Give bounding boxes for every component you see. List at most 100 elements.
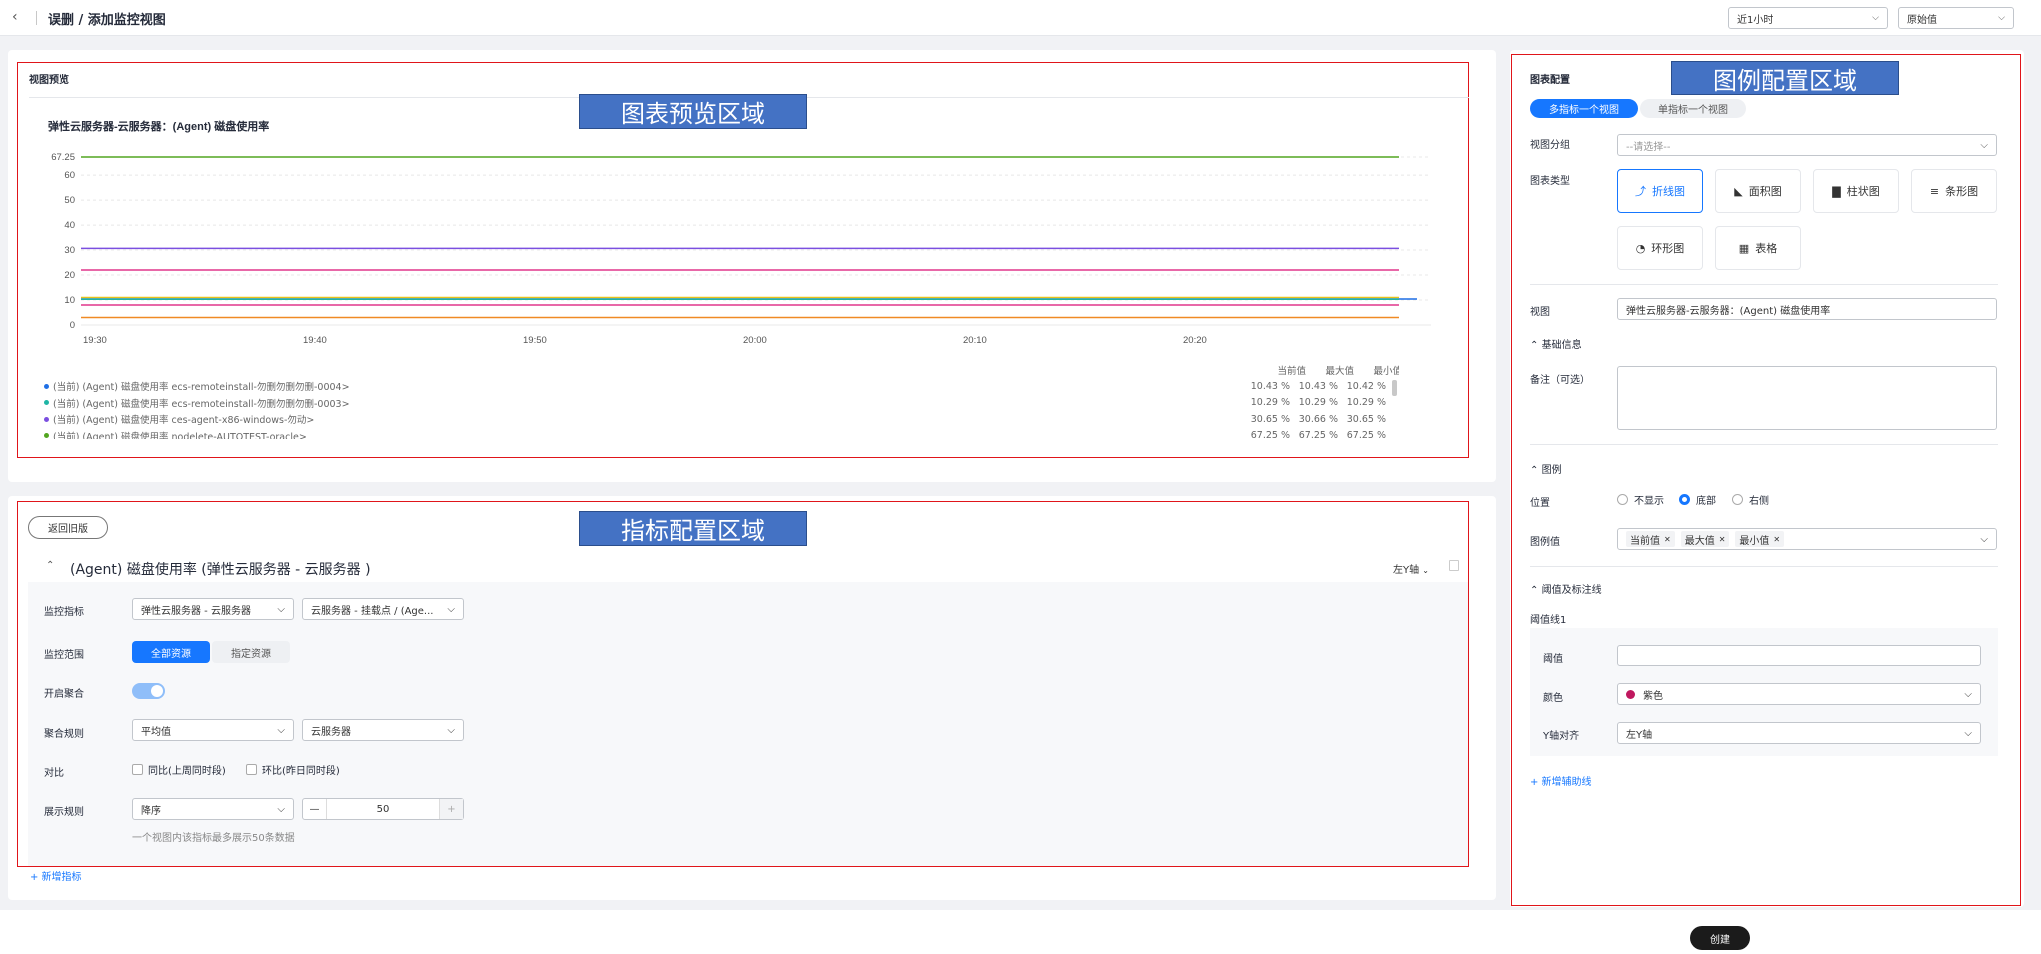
view-group-label: 视图分组 bbox=[1530, 140, 1570, 151]
tab-multi-metric[interactable]: 多指标一个视图 bbox=[1530, 99, 1638, 118]
horizontal-bar-chart-icon: ≡ bbox=[1929, 184, 1940, 198]
position-label: 位置 bbox=[1530, 498, 1550, 509]
display-count-stepper[interactable]: — 50 + bbox=[302, 798, 464, 820]
minus-icon[interactable]: — bbox=[303, 799, 327, 819]
legend-value-tag[interactable]: 当前值 ✕ bbox=[1626, 531, 1675, 547]
tab-single-metric[interactable]: 单指标一个视图 bbox=[1640, 99, 1746, 118]
legend-row[interactable]: (当前) (Agent) 磁盘使用率 ces-agent-x86-windows… bbox=[44, 412, 1399, 426]
divider bbox=[1530, 284, 1998, 285]
legend-value-max: 10.43 % bbox=[1298, 380, 1338, 392]
aggregation-toggle[interactable] bbox=[132, 683, 165, 699]
legend-header: 当前值 最大值 最小值 bbox=[1258, 363, 1399, 377]
x-tick-label: 20:00 bbox=[743, 335, 767, 346]
legend-section[interactable]: ⌃ 图例 bbox=[1530, 461, 1562, 476]
plus-icon[interactable]: + bbox=[439, 799, 463, 819]
view-name-label: 视图 bbox=[1530, 307, 1550, 318]
legend-value-cur: 10.43 % bbox=[1250, 380, 1290, 392]
scope-specific-button[interactable]: 指定资源 bbox=[212, 641, 290, 663]
basic-info-section[interactable]: ⌃ 基础信息 bbox=[1530, 336, 1582, 351]
chart-type-area[interactable]: ◣ 面积图 bbox=[1715, 169, 1801, 213]
position-right-radio[interactable]: 右侧 bbox=[1732, 492, 1769, 507]
aggregation-select-2[interactable]: 云服务器 ⌵ bbox=[302, 719, 464, 741]
view-group-select[interactable]: --请选择-- ⌵ bbox=[1617, 134, 1997, 156]
back-old-version-button[interactable]: 返回旧版 bbox=[28, 516, 108, 539]
chart-type-bar-label: 柱状图 bbox=[1846, 185, 1880, 198]
display-count-value[interactable]: 50 bbox=[327, 804, 439, 815]
legend-value-select[interactable]: 当前值 ✕ 最大值 ✕ 最小值 ✕ ⌵ bbox=[1617, 528, 1997, 550]
legend-section-label: 图例 bbox=[1541, 465, 1562, 476]
create-button[interactable]: 创建 bbox=[1690, 926, 1750, 950]
view-group-placeholder: --请选择-- bbox=[1626, 141, 1671, 153]
position-bottom-label: 底部 bbox=[1696, 496, 1716, 507]
legend-value-max: 10.29 % bbox=[1298, 397, 1338, 408]
y-axis-align-label: Y轴对齐 bbox=[1543, 731, 1580, 742]
add-guide-line-link[interactable]: + 新增辅助线 bbox=[1530, 773, 1592, 788]
aggregation-rule-label: 聚合规则 bbox=[44, 729, 84, 740]
chevron-up-icon: ⌃ bbox=[1530, 340, 1539, 351]
add-metric-link[interactable]: + 新增指标 bbox=[30, 868, 82, 883]
position-none-radio[interactable]: 不显示 bbox=[1617, 492, 1664, 507]
divider bbox=[1530, 444, 1998, 445]
aggregation-select-1[interactable]: 平均值 ⌵ bbox=[132, 719, 294, 741]
compare-mom-checkbox[interactable]: 环比(昨日同时段) bbox=[246, 762, 340, 777]
scope-all-button[interactable]: 全部资源 bbox=[132, 641, 210, 663]
compare-label: 对比 bbox=[44, 768, 64, 779]
legend-value-tags: 当前值 ✕ 最大值 ✕ 最小值 ✕ bbox=[1626, 531, 1785, 547]
value-type-select[interactable]: 原始值 ⌵ bbox=[1898, 7, 2014, 29]
color-select[interactable]: 紫色 ⌵ bbox=[1617, 683, 1981, 705]
back-arrow-icon[interactable]: ‹ bbox=[12, 9, 28, 25]
y-tick-label: 50 bbox=[64, 195, 75, 206]
metric-select-2-value: 云服务器 - 挂载点 / (Age... bbox=[311, 605, 434, 617]
legend-value-tag[interactable]: 最大值 ✕ bbox=[1680, 531, 1730, 547]
remark-label: 备注（可选） bbox=[1530, 375, 1590, 386]
remark-textarea[interactable] bbox=[1617, 366, 1997, 430]
compare-yoy-checkbox[interactable]: 同比(上周同时段) bbox=[132, 762, 226, 777]
chart-type-donut[interactable]: ◔ 环形图 bbox=[1617, 226, 1703, 270]
close-icon[interactable]: ✕ bbox=[1664, 535, 1671, 544]
collapse-icon[interactable]: ⌃ bbox=[46, 560, 54, 571]
legend-value-cur: 10.29 % bbox=[1250, 397, 1290, 408]
aggregation-select-1-value: 平均值 bbox=[141, 726, 171, 738]
threshold-section-label: 阈值及标注线 bbox=[1541, 585, 1602, 596]
y-axis-select[interactable]: 左Y轴 ⌄ bbox=[1393, 561, 1429, 576]
view-name-input[interactable]: 弹性云服务器-云服务器：(Agent) 磁盘使用率 bbox=[1617, 298, 1997, 320]
chevron-down-icon: ⌵ bbox=[447, 603, 455, 615]
delete-icon[interactable] bbox=[1449, 560, 1459, 571]
threshold-section[interactable]: ⌃ 阈值及标注线 bbox=[1530, 581, 1602, 596]
display-order-select[interactable]: 降序 ⌵ bbox=[132, 798, 294, 820]
legend-color-dot bbox=[44, 400, 49, 405]
position-bottom-radio[interactable]: 底部 bbox=[1679, 492, 1716, 507]
close-icon[interactable]: ✕ bbox=[1773, 535, 1780, 544]
time-range-value: 近1小时 bbox=[1737, 14, 1774, 26]
legend-value-tag[interactable]: 最小值 ✕ bbox=[1735, 531, 1785, 547]
time-range-select[interactable]: 近1小时 ⌵ bbox=[1728, 7, 1888, 29]
chart-type-table[interactable]: ▦ 表格 bbox=[1715, 226, 1801, 270]
close-icon[interactable]: ✕ bbox=[1719, 535, 1726, 544]
y-tick-label: 40 bbox=[64, 220, 75, 231]
page-title: 误删 / 添加监控视图 bbox=[48, 13, 166, 28]
chevron-down-icon: ⌵ bbox=[1872, 13, 1879, 23]
chart-type-horizontal-bar-label: 条形图 bbox=[1945, 185, 1979, 198]
y-axis-align-select[interactable]: 左Y轴 ⌵ bbox=[1617, 722, 1981, 744]
chart-type-horizontal-bar[interactable]: ≡ 条形图 bbox=[1911, 169, 1997, 213]
legend-row[interactable]: (当前) (Agent) 磁盘使用率 ecs-remoteinstall-勿删勿… bbox=[44, 379, 1399, 393]
metric-select-2[interactable]: 云服务器 - 挂载点 / (Age... ⌵ bbox=[302, 598, 464, 620]
color-value: 紫色 bbox=[1643, 690, 1663, 702]
chart-type-bar[interactable]: ▇ 柱状图 bbox=[1813, 169, 1899, 213]
chart-title: 弹性云服务器-云服务器：(Agent) 磁盘使用率 bbox=[48, 119, 269, 133]
legend-row[interactable]: (当前) (Agent) 磁盘使用率 nodelete-AUTOTEST-ora… bbox=[44, 429, 1399, 440]
legend-row[interactable]: (当前) (Agent) 磁盘使用率 ecs-remoteinstall-勿删勿… bbox=[44, 396, 1399, 410]
legend-value-max: 30.66 % bbox=[1298, 413, 1338, 425]
position-none-label: 不显示 bbox=[1634, 496, 1664, 507]
chevron-up-icon: ⌃ bbox=[1530, 585, 1539, 596]
chevron-up-icon: ⌃ bbox=[1530, 465, 1539, 476]
compare-yoy-label: 同比(上周同时段) bbox=[148, 766, 226, 777]
metric-select-1[interactable]: 弹性云服务器 - 云服务器 ⌵ bbox=[132, 598, 294, 620]
legend-series-name: (当前) (Agent) 磁盘使用率 nodelete-AUTOTEST-ora… bbox=[53, 431, 307, 440]
legend-scrollbar[interactable] bbox=[1392, 380, 1397, 396]
threshold-value-input[interactable] bbox=[1617, 645, 1981, 666]
chevron-down-icon: ⌵ bbox=[277, 724, 285, 736]
y-tick-label: 10 bbox=[64, 295, 75, 306]
legend-value-tag-label: 最小值 bbox=[1739, 535, 1770, 547]
chart-type-line[interactable]: ⤴ 折线图 bbox=[1617, 169, 1703, 213]
